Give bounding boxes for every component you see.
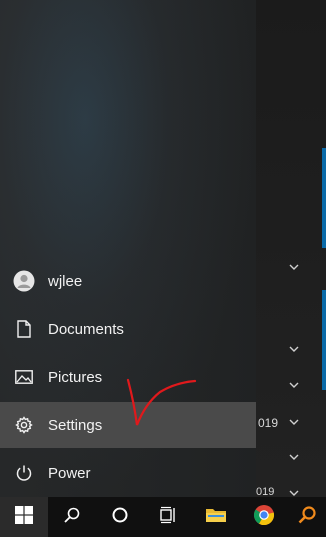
power-item[interactable]: Power	[0, 450, 256, 496]
user-account-item[interactable]: wjlee	[0, 258, 256, 304]
pictures-item[interactable]: Pictures	[0, 354, 256, 400]
task-view-icon	[158, 506, 178, 529]
search-icon	[63, 506, 81, 529]
cortana-button[interactable]	[96, 497, 144, 537]
user-name-label: wjlee	[48, 272, 83, 290]
user-avatar-icon	[0, 258, 48, 304]
chrome-icon	[253, 504, 275, 531]
chevron-down-icon[interactable]	[289, 345, 299, 355]
documents-label: Documents	[48, 320, 124, 338]
settings-label: Settings	[48, 416, 103, 434]
orange-search-app-button[interactable]	[288, 497, 326, 537]
background-accent-bar	[322, 290, 326, 390]
file-explorer-button[interactable]	[192, 497, 240, 537]
taskbar	[0, 497, 326, 537]
power-icon	[0, 450, 48, 496]
picture-icon	[0, 354, 48, 400]
background-accent-bar	[322, 148, 326, 248]
search-button[interactable]	[48, 497, 96, 537]
file-explorer-icon	[205, 506, 227, 529]
windows-logo-icon	[15, 505, 33, 529]
search-orange-icon	[297, 505, 317, 530]
chevron-down-icon[interactable]	[289, 381, 299, 391]
task-view-button[interactable]	[144, 497, 192, 537]
gear-icon	[0, 402, 48, 448]
chevron-down-icon[interactable]	[289, 263, 299, 273]
document-icon	[0, 306, 48, 352]
pictures-label: Pictures	[48, 368, 103, 386]
chevron-down-icon[interactable]	[289, 453, 299, 463]
cortana-icon	[111, 506, 129, 529]
background-date-text: 019	[258, 416, 279, 430]
chrome-button[interactable]	[240, 497, 288, 537]
start-menu: wjlee Documents Pictures Settings Power	[0, 0, 256, 497]
windows-start-button[interactable]	[0, 497, 48, 537]
documents-item[interactable]: Documents	[0, 306, 256, 352]
settings-item[interactable]: Settings	[0, 402, 256, 448]
chevron-down-icon[interactable]	[289, 418, 299, 428]
power-label: Power	[48, 464, 91, 482]
